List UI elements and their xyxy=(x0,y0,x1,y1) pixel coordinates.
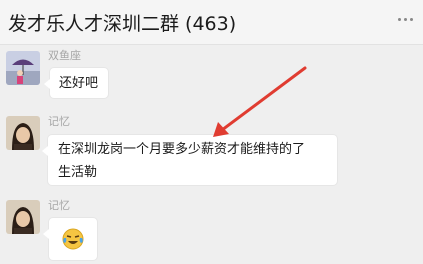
sender-avatar-memory[interactable] xyxy=(6,200,40,234)
message-text: 还好吧 xyxy=(59,76,99,91)
chat-header: 发才乐人才深圳二群 (463) xyxy=(0,0,423,45)
message-text-line1: 在深圳龙岗一个月要多少薪资才能维持的了 xyxy=(58,142,306,157)
sender-name: 双鱼座 xyxy=(48,49,81,62)
crying-laughing-emoji-icon xyxy=(61,227,85,259)
sender-name: 记忆 xyxy=(48,115,70,128)
sender-avatar-pisces[interactable] xyxy=(6,51,40,85)
message-bubble[interactable] xyxy=(43,218,97,260)
more-options-icon[interactable] xyxy=(398,6,416,21)
chat-title: 发才乐人才深圳二群 (463) xyxy=(8,13,237,35)
sender-name: 记忆 xyxy=(48,199,70,212)
message-bubble[interactable]: 在深圳龙岗一个月要多少薪资才能维持的了 生活勒 xyxy=(42,135,337,185)
sender-avatar-memory[interactable] xyxy=(6,116,40,150)
message-bubble[interactable]: 还好吧 xyxy=(44,68,108,98)
message-text-line2: 生活勒 xyxy=(58,165,98,180)
